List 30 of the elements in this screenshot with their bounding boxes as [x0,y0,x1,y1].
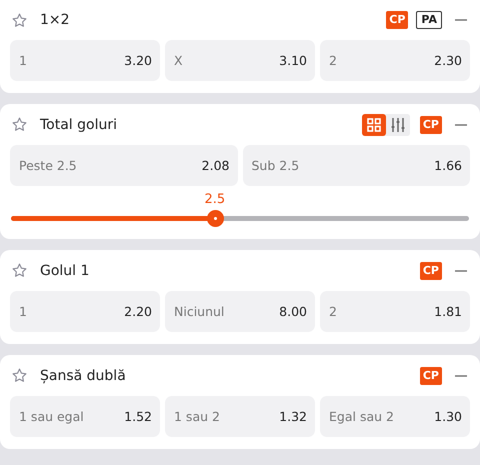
market-badge: CP [420,262,442,280]
star-icon[interactable] [11,116,28,133]
market-title: Șansă dublă [40,368,126,384]
odds-button[interactable]: Egal sau 2 1.30 [320,396,470,437]
odds-button[interactable]: Niciunul 8.00 [165,291,315,332]
star-icon[interactable] [11,12,28,28]
odds-button[interactable]: 2 1.81 [320,291,470,332]
odds-button[interactable]: Sub 2.5 1.66 [242,145,470,186]
slider[interactable] [11,210,469,227]
grid-icon [366,116,382,132]
grid-view-button[interactable] [362,114,386,136]
market-title: Total goluri [40,116,118,132]
market-title: Golul 1 [40,262,90,278]
market-badge: PA [416,11,442,29]
odds-button[interactable]: 1 sau egal 1.52 [10,396,160,437]
slider-value: 2.5 [204,192,226,207]
odds-button[interactable]: 1 2.20 [10,291,160,332]
star-icon[interactable] [11,262,28,279]
odds-button[interactable]: 1 3.20 [10,40,160,81]
market-badge: CP [386,11,408,29]
star-icon[interactable] [11,367,28,384]
odds-button[interactable]: X 3.10 [165,40,315,81]
odds-button[interactable]: 1 sau 2 1.32 [165,396,315,437]
slider-thumb[interactable] [206,210,224,227]
market-badge: CP [420,116,442,134]
market-title: 1×2 [40,12,70,28]
market-badge: CP [420,366,442,384]
sliders-icon [390,116,406,132]
odds-button[interactable]: 2 2.30 [320,40,470,81]
odds-button[interactable]: Peste 2.5 2.08 [10,145,238,186]
